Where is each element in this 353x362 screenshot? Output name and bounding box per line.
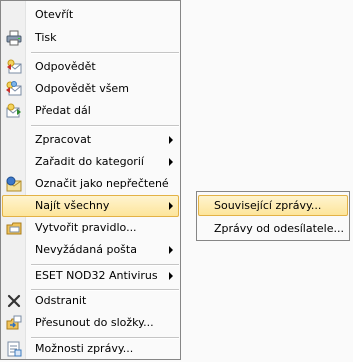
reply-all-icon — [6, 81, 22, 97]
menu-item-label: Vytvořit pravidlo... — [35, 221, 137, 234]
menu-item-move-to-folder[interactable]: Přesunout do složky... — [2, 312, 179, 334]
menu-item-categorize[interactable]: Zařadit do kategorií — [2, 151, 179, 173]
menu-item-label: Odstranit — [35, 294, 87, 307]
menu-item-print[interactable]: Tisk — [2, 27, 179, 49]
menu-item-create-rule[interactable]: Vytvořit pravidlo... — [2, 217, 179, 239]
printer-icon — [6, 30, 22, 46]
menu-item-label: Zpracovat — [35, 133, 92, 146]
delete-icon — [6, 293, 22, 309]
menu-item-reply-all[interactable]: Odpovědět všem — [2, 78, 179, 100]
forward-icon — [6, 103, 22, 119]
submenu-arrow-icon — [169, 272, 173, 280]
submenu-item-related-messages[interactable]: Související zprávy... — [198, 195, 348, 216]
submenu-arrow-icon — [169, 136, 173, 144]
menu-item-label: Předat dál — [35, 104, 91, 117]
menu-item-label: Zařadit do kategorií — [35, 155, 144, 168]
menu-item-label: ESET NOD32 Antivirus — [35, 269, 158, 282]
menu-separator — [31, 52, 179, 54]
menu-item-label: Odpovědět — [35, 60, 96, 73]
menu-separator — [31, 125, 179, 127]
menu-item-label: Otevřít — [35, 8, 74, 21]
mark-unread-icon — [6, 176, 22, 192]
menu-item-forward[interactable]: Předat dál — [2, 100, 179, 122]
menu-item-label: Tisk — [35, 31, 57, 44]
submenu-arrow-icon — [169, 246, 173, 254]
menu-item-junk-mail[interactable]: Nevyžádaná pošta — [2, 239, 179, 261]
menu-item-label: Označit jako nepřečtené — [35, 177, 169, 190]
menu-item-label: Odpovědět všem — [35, 82, 129, 95]
menu-item-open[interactable]: Otevřít — [2, 4, 179, 26]
context-menu: Otevřít Tisk Odpovědět Odpovědět všem Př… — [0, 0, 181, 360]
menu-item-label: Možnosti zprávy... — [35, 342, 134, 355]
menu-item-process[interactable]: Zpracovat — [2, 129, 179, 151]
move-to-folder-icon — [6, 315, 22, 331]
submenu-arrow-icon — [169, 158, 173, 166]
submenu-item-label: Související zprávy... — [214, 199, 322, 212]
menu-item-label: Přesunout do složky... — [35, 316, 154, 329]
message-options-icon — [6, 341, 22, 357]
menu-item-find-all[interactable]: Najít všechny — [2, 195, 179, 217]
menu-item-message-options[interactable]: Možnosti zprávy... — [2, 338, 179, 360]
submenu-item-label: Zprávy od odesílatele... — [214, 222, 344, 235]
menu-item-label: Nevyžádaná pošta — [35, 243, 137, 256]
reply-icon — [6, 59, 22, 75]
menu-item-mark-unread[interactable]: Označit jako nepřečtené — [2, 173, 179, 195]
menu-item-label: Najít všechny — [35, 199, 110, 212]
submenu-arrow-icon — [169, 202, 173, 210]
find-all-submenu: Související zprávy... Zprávy od odesílat… — [196, 191, 350, 241]
menu-item-delete[interactable]: Odstranit — [2, 290, 179, 312]
menu-item-eset-antivirus[interactable]: ESET NOD32 Antivirus — [2, 265, 179, 287]
submenu-item-messages-from-sender[interactable]: Zprávy od odesílatele... — [198, 218, 348, 239]
create-rule-icon — [6, 220, 22, 236]
menu-item-reply[interactable]: Odpovědět — [2, 56, 179, 78]
